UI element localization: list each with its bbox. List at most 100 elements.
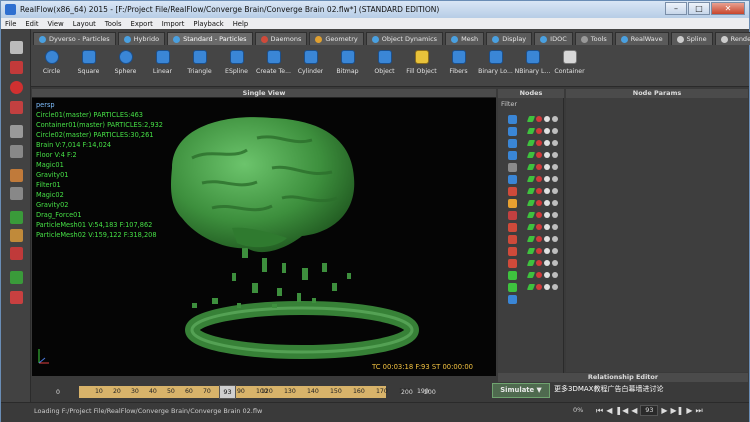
go-start-icon[interactable]: ⏮ [596,406,603,416]
timeline-max[interactable]: 200 [424,389,436,396]
node-row[interactable] [500,138,562,149]
node-row[interactable] [500,186,562,197]
tab-spline[interactable]: Spline [670,32,713,45]
emitter-tools: Circle Square Sphere Linear Triangle ESp… [33,47,588,87]
menu-playback[interactable]: Playback [193,20,223,28]
timeline-end[interactable]: 200 [401,389,413,396]
camera-icon[interactable] [10,125,23,138]
next-frame-icon[interactable]: ▶❚ [671,406,684,415]
node-row[interactable] [500,246,562,257]
fill-object-button[interactable]: Fill Object [403,47,440,85]
axis-gizmo-icon [38,349,49,364]
wrench-icon[interactable] [10,229,23,242]
menu-layout[interactable]: Layout [73,20,96,28]
app-window: RealFlow(x86_64) 2015 - [F:/Project File… [0,0,750,422]
pin-icon[interactable] [10,187,23,200]
simulate-button[interactable]: Simulate ▼ [492,383,550,398]
close-button[interactable]: ✕ [711,2,745,15]
timeline-current-frame[interactable]: 93 [219,385,236,399]
tab-daemons[interactable]: Daemons [254,32,308,45]
select-arrow-icon[interactable] [10,41,23,54]
fibers-emitter-button[interactable]: Fibers [440,47,477,85]
camera-label[interactable]: persp [36,100,163,110]
step-forward-icon[interactable]: ▶ [686,406,692,415]
node-row[interactable] [500,114,562,125]
move-icon[interactable] [10,61,23,74]
single-view-viewport[interactable]: persp Circle01(master) PARTICLES:463 Con… [32,98,496,376]
save-icon[interactable] [10,271,23,284]
prev-frame-icon[interactable]: ❚◀ [615,406,628,415]
linear-emitter-button[interactable]: Linear [144,47,181,85]
idoc-icon [540,35,548,43]
filter-label[interactable]: Filter [498,98,563,109]
node-row[interactable] [500,198,562,209]
square-emitter-button[interactable]: Square [70,47,107,85]
tab-geometry[interactable]: Geometry [309,32,364,45]
node-row[interactable] [500,150,562,161]
rotate-icon[interactable] [10,81,23,94]
container-button[interactable]: Container [551,47,588,85]
node-row[interactable] [500,210,562,221]
menu-import[interactable]: Import [162,20,185,28]
menu-view[interactable]: View [48,20,64,28]
node-row[interactable] [500,222,562,233]
tab-render[interactable]: Render [714,32,750,45]
menu-export[interactable]: Export [131,20,153,28]
export-icon[interactable] [10,291,23,304]
sphere-emitter-button[interactable]: Sphere [107,47,144,85]
tick-label: 90 [237,388,245,395]
tab-idoc[interactable]: IDOC [534,32,573,45]
binary-loader-button[interactable]: Binary Lo... [477,47,514,85]
title-bar[interactable]: RealFlow(x86_64) 2015 - [F:/Project File… [1,1,749,18]
go-end-icon[interactable]: ⏭ [696,406,703,416]
light-icon[interactable] [10,145,23,158]
node-row[interactable] [500,174,562,185]
menu-help[interactable]: Help [233,20,249,28]
brush-icon[interactable] [10,169,23,182]
menu-file[interactable]: File [5,20,16,28]
node-row[interactable] [500,126,562,137]
create-text-button[interactable]: Create Te... [255,47,292,85]
frame-field[interactable]: 93 [640,405,659,416]
pencil-icon[interactable] [10,247,23,260]
tab-dyverso-particles[interactable]: Dyverso - Particles [33,32,116,45]
play-back-icon[interactable]: ◀ [631,406,637,415]
stat-line: Floor V:4 F:2 [36,151,77,159]
cylinder-emitter-button[interactable]: Cylinder [292,47,329,85]
menu-edit[interactable]: Edit [25,20,38,28]
scale-icon[interactable] [10,101,23,114]
node-params-header: Node Params [566,89,748,98]
tab-display[interactable]: Display [486,32,533,45]
status-bar: Loading F:/Project File/RealFlow/Converg… [1,402,749,422]
tab-object-dynamics[interactable]: Object Dynamics [365,32,444,45]
node-row[interactable] [500,282,562,293]
tab-hybrido[interactable]: Hybrido [117,32,166,45]
minimize-button[interactable]: – [665,2,687,15]
cylinder-emitter-icon [303,50,318,64]
nbinary-loader-button[interactable]: NBinary L... [514,47,551,85]
menu-tools[interactable]: Tools [105,20,122,28]
dyverso-icon [39,35,46,43]
tab-standard-particles[interactable]: Standard - Particles [167,32,253,45]
object-emitter-icon [377,50,392,64]
node-row[interactable] [500,270,562,281]
tab-realwave[interactable]: RealWave [614,32,669,45]
triangle-emitter-button[interactable]: Triangle [181,47,218,85]
render-icon [720,35,728,43]
node-row[interactable] [500,294,562,305]
node-row[interactable] [500,162,562,173]
circle-emitter-button[interactable]: Circle [33,47,70,85]
bitmap-emitter-button[interactable]: Bitmap [329,47,366,85]
maximize-button[interactable]: □ [688,2,710,15]
stat-line: Circle02(master) PARTICLES:30,261 [36,131,154,139]
object-emitter-button[interactable]: Object [366,47,403,85]
step-back-icon[interactable]: ◀ [606,406,612,415]
play-icon[interactable]: ▶ [661,406,667,415]
node-row[interactable] [500,258,562,269]
node-row[interactable] [500,234,562,245]
tick-label: 120 [261,388,273,395]
espline-emitter-button[interactable]: ESpline [218,47,255,85]
paint-icon[interactable] [10,211,23,224]
tab-mesh[interactable]: Mesh [445,32,485,45]
tab-tools[interactable]: Tools [574,32,613,45]
